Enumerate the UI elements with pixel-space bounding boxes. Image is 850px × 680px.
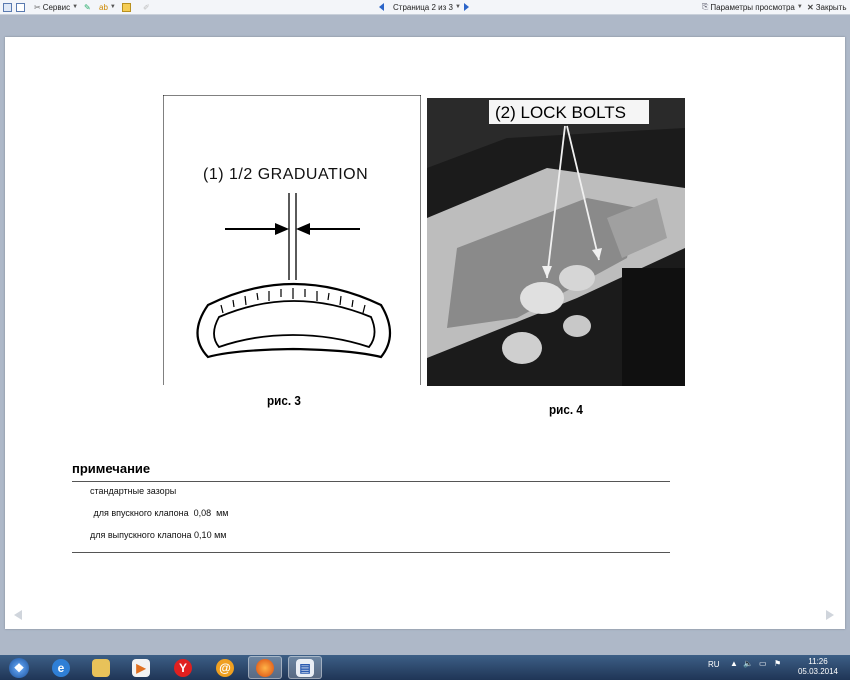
- note-line: стандартные зазоры: [90, 486, 177, 496]
- start-button[interactable]: ❖: [2, 656, 36, 679]
- figure-3-caption: рис. 3: [267, 393, 301, 408]
- figure-graduation: (1) 1/2 GRADUATION: [163, 95, 421, 385]
- chevron-down-icon: ▼: [796, 4, 803, 10]
- mail-agent-icon: @: [216, 658, 234, 677]
- show-hidden-icons-icon[interactable]: ▲: [730, 659, 738, 668]
- lock-bolts-label: (2) LOCK BOLTS: [495, 103, 626, 122]
- language-indicator[interactable]: RU: [708, 660, 720, 669]
- taskbar-explorer[interactable]: [84, 656, 118, 679]
- view-options-icon: ⎘: [702, 2, 709, 11]
- volume-icon[interactable]: 🔈: [743, 659, 753, 668]
- service-menu-label: Сервис: [42, 2, 71, 12]
- figure-lock-bolts-photo: (2) LOCK BOLTS: [427, 98, 685, 386]
- firefox-icon: [256, 658, 274, 677]
- close-icon: ✕: [807, 2, 814, 12]
- prev-page-arrow-icon[interactable]: [14, 610, 22, 620]
- reading-toolbar: ✂ Сервис ▼ ✎ ab ▼ ✐ Страница 2 из 3 ▼ ⎘ П…: [0, 0, 850, 15]
- note-line: для выпускного клапона 0,10 мм: [90, 530, 227, 540]
- note-title: примечание: [72, 461, 151, 476]
- windows-logo-icon: ❖: [9, 657, 29, 678]
- taskbar-mail[interactable]: @: [208, 656, 242, 679]
- clock-time: 11:26: [808, 657, 828, 666]
- clock-date: 05.03.2014: [797, 667, 839, 676]
- document-page: (1) 1/2 GRADUATION рис. 3 (2) LOCK BOLTS…: [5, 37, 845, 629]
- tools-icon: ✂: [34, 2, 41, 12]
- divider: [72, 481, 670, 482]
- taskbar-yandex[interactable]: Y: [166, 656, 200, 679]
- internet-explorer-icon: e: [52, 658, 70, 677]
- graduation-label: (1) 1/2 GRADUATION: [203, 166, 368, 183]
- network-icon[interactable]: ▭: [759, 659, 767, 668]
- print-preview-icon[interactable]: [16, 1, 25, 13]
- figure-4-caption: рис. 4: [549, 402, 583, 417]
- media-player-icon: ▶: [132, 658, 150, 677]
- page-indicator[interactable]: Страница 2 из 3 ▼: [393, 1, 461, 13]
- word-document-icon: ▤: [296, 658, 314, 677]
- close-label: Закрыть: [815, 2, 847, 12]
- next-page-button[interactable]: [464, 1, 469, 13]
- clock[interactable]: 11:26 05.03.2014: [797, 657, 839, 677]
- divider: [72, 552, 670, 553]
- action-center-flag-icon[interactable]: ⚑: [774, 659, 781, 668]
- view-options-menu[interactable]: ⎘ Параметры просмотра ▼: [702, 1, 803, 13]
- comment-icon[interactable]: ✐: [143, 1, 150, 13]
- page-indicator-label: Страница 2 из 3: [393, 2, 453, 12]
- chevron-down-icon: ▼: [454, 4, 461, 10]
- folder-icon[interactable]: [122, 1, 131, 13]
- save-icon[interactable]: [3, 1, 12, 13]
- spell-check-icon[interactable]: ab ▼: [99, 1, 116, 13]
- taskbar-media-player[interactable]: ▶: [124, 656, 158, 679]
- close-button[interactable]: ✕ Закрыть: [807, 1, 847, 13]
- taskbar-word[interactable]: ▤: [288, 656, 322, 679]
- taskbar-firefox[interactable]: [248, 656, 282, 679]
- service-menu[interactable]: ✂ Сервис ▼: [34, 1, 78, 13]
- folder-icon: [92, 658, 110, 677]
- view-options-label: Параметры просмотра: [710, 2, 795, 12]
- next-page-arrow-icon[interactable]: [826, 610, 834, 620]
- yandex-browser-icon: Y: [174, 658, 192, 677]
- chevron-down-icon: ▼: [72, 4, 79, 10]
- prev-page-button[interactable]: [379, 1, 384, 13]
- document-viewer: (1) 1/2 GRADUATION рис. 3 (2) LOCK BOLTS…: [0, 15, 850, 655]
- taskbar-ie[interactable]: e: [44, 656, 78, 679]
- highlight-tool-icon[interactable]: ✎: [84, 1, 91, 13]
- taskbar: ❖ e ▶ Y @ ▤ RU ▲ 🔈 ▭ ⚑ 11:26 05.03.2014: [0, 655, 850, 680]
- note-line: для впускного клапона 0,08 мм: [91, 508, 229, 518]
